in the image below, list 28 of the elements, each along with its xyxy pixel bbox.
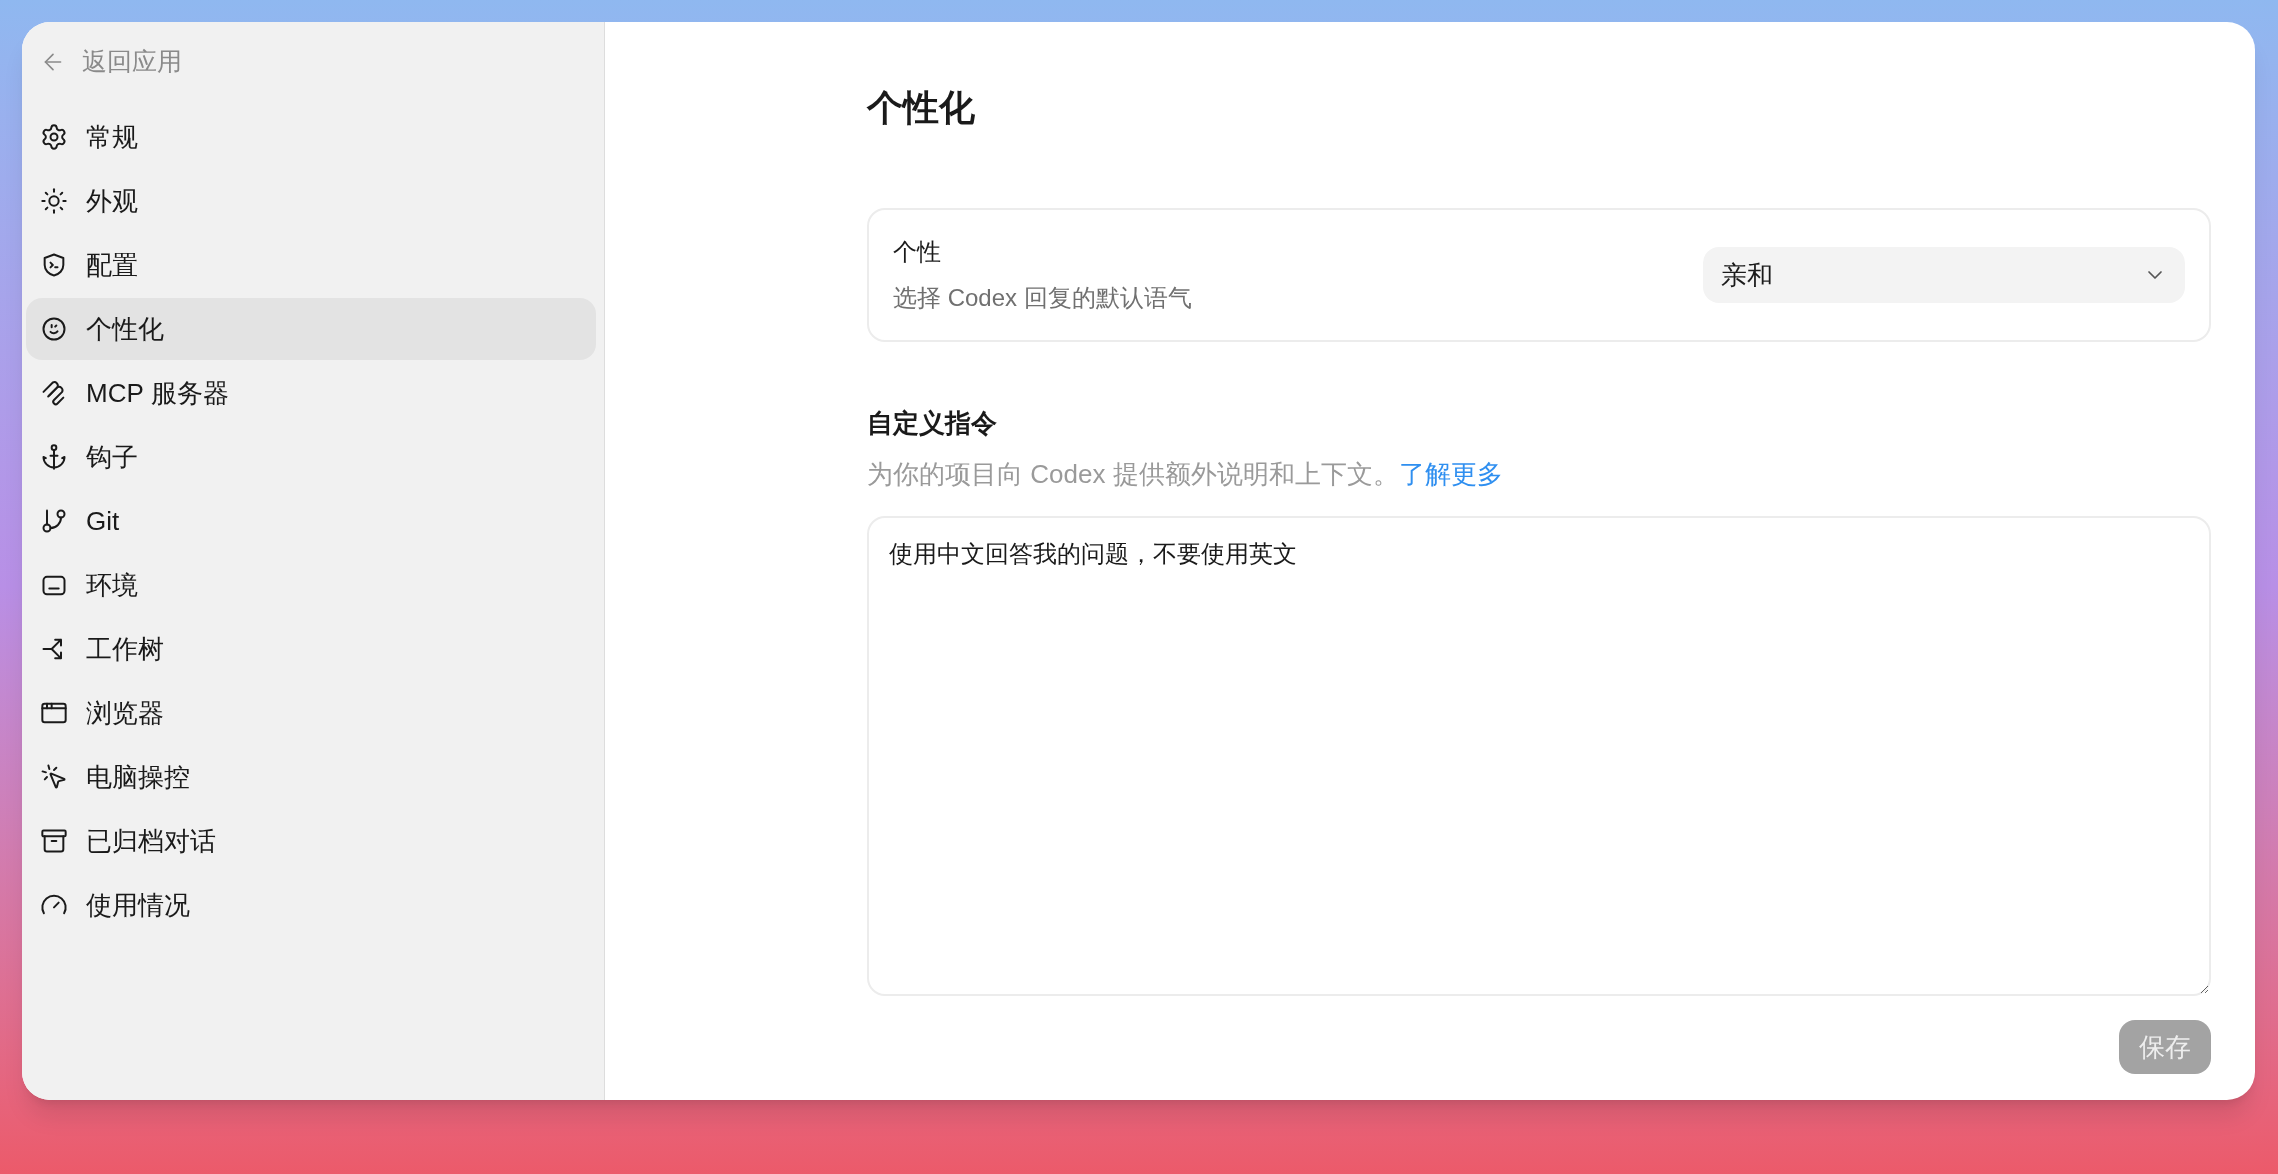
- sidebar-item[interactable]: 使用情况: [26, 874, 596, 936]
- sidebar-item[interactable]: 外观: [26, 170, 596, 232]
- smile-icon: [40, 315, 68, 343]
- personality-dropdown[interactable]: 亲和: [1703, 247, 2185, 303]
- sidebar-item[interactable]: 常规: [26, 106, 596, 168]
- sidebar-item[interactable]: 个性化: [26, 298, 596, 360]
- section-heading: 自定义指令: [867, 407, 998, 440]
- sidebar-item[interactable]: 浏览器: [26, 682, 596, 744]
- settings-icon: [40, 123, 68, 151]
- sidebar-item[interactable]: 电脑操控: [26, 746, 596, 808]
- branch-icon: [40, 507, 68, 535]
- instructions-field[interactable]: 使用中文回答我的问题，不要使用英文: [867, 516, 2211, 996]
- back-label: 返回应用: [82, 46, 182, 78]
- setting-description: 选择 Codex 回复的默认语气: [893, 283, 1192, 313]
- sidebar-item[interactable]: 配置: [26, 234, 596, 296]
- sun-icon: [40, 187, 68, 215]
- page-title: 个性化: [867, 90, 976, 126]
- archive-icon: [40, 827, 68, 855]
- sidebar-item[interactable]: 工作树: [26, 618, 596, 680]
- pointer-click-icon: [40, 763, 68, 791]
- sidebar-item[interactable]: Git: [26, 490, 596, 552]
- sidebar-item[interactable]: MCP 服务器: [26, 362, 596, 424]
- section-description: 为你的项目向 Codex 提供额外说明和上下文。了解更多: [867, 458, 1504, 491]
- setting-label: 个性: [893, 237, 942, 267]
- sidebar-item[interactable]: 钩子: [26, 426, 596, 488]
- anchor-icon: [40, 443, 68, 471]
- sidebar-item[interactable]: 环境: [26, 554, 596, 616]
- sidebar-item[interactable]: 已归档对话: [26, 810, 596, 872]
